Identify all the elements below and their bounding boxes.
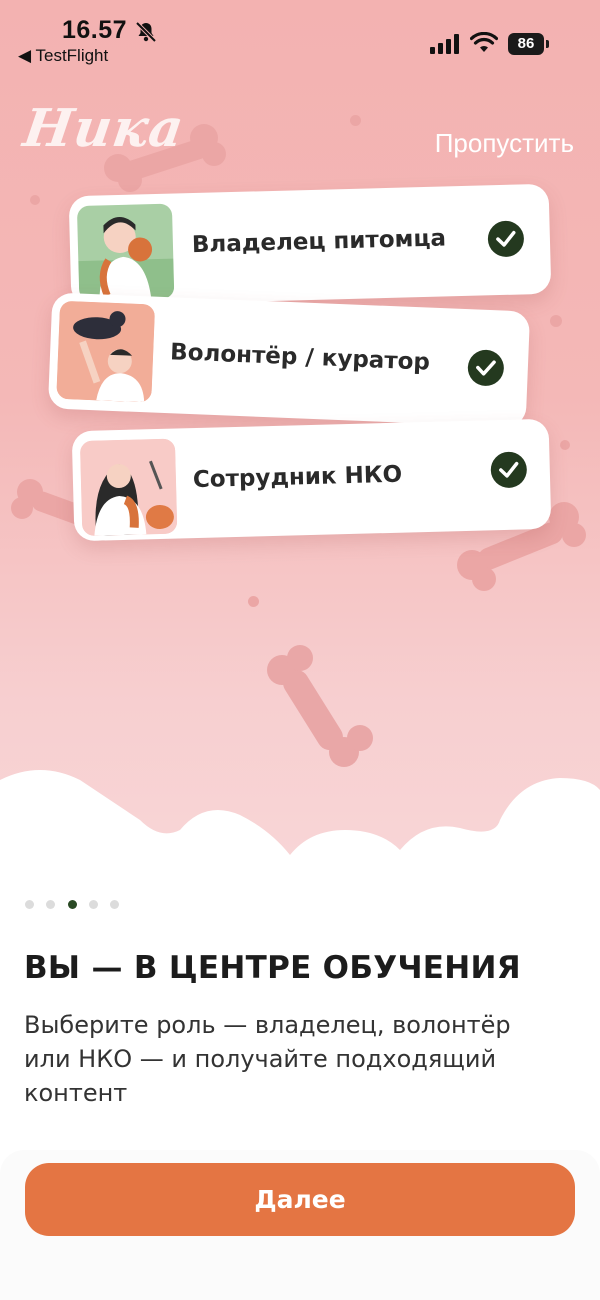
dot-decoration (30, 195, 40, 205)
battery-level: 86 (508, 33, 544, 55)
pager-dot[interactable] (110, 900, 119, 909)
status-time: 16.57 (62, 16, 128, 44)
pager-dot[interactable] (89, 900, 98, 909)
dot-decoration (550, 315, 562, 327)
role-card-volunteer[interactable]: Волонтёр / куратор (47, 292, 531, 428)
check-circle-icon (490, 451, 528, 489)
bell-slash-icon (135, 21, 157, 43)
bone-decoration-icon (267, 645, 373, 767)
pager-dot-active[interactable] (68, 900, 77, 909)
pager-dot[interactable] (25, 900, 34, 909)
dot-decoration (248, 596, 259, 607)
role-card-nko[interactable]: Сотрудник НКО (71, 418, 552, 542)
check-circle-icon (467, 349, 505, 387)
role-card-label: Сотрудник НКО (192, 461, 403, 494)
check-circle-icon (487, 220, 525, 258)
wifi-icon (470, 32, 498, 52)
cloud-divider (0, 770, 600, 900)
nko-illustration (79, 438, 178, 537)
owner-illustration (76, 203, 175, 302)
next-button[interactable]: Далее (25, 1163, 575, 1236)
volunteer-illustration (56, 300, 156, 403)
dot-decoration (560, 440, 570, 450)
pager-dot[interactable] (46, 900, 55, 909)
role-card-label: Волонтёр / куратор (169, 339, 431, 376)
battery-icon: 86 (508, 33, 550, 55)
page-description: Выберите роль — владелец, волонтёр или Н… (24, 1011, 511, 1107)
signal-icon (430, 34, 459, 54)
status-bar: 16.57 ◀ TestFlight 86 (0, 0, 600, 80)
back-to-testflight-link[interactable]: ◀ TestFlight (18, 46, 108, 66)
page-title: ВЫ — В ЦЕНТРЕ ОБУЧЕНИЯ (24, 950, 521, 986)
app-logo: Ника (19, 98, 189, 159)
role-card-owner[interactable]: Владелец питомца (68, 183, 552, 307)
skip-button[interactable]: Пропустить (435, 128, 574, 159)
role-card-label: Владелец питомца (191, 225, 447, 259)
dot-decoration (350, 115, 361, 126)
